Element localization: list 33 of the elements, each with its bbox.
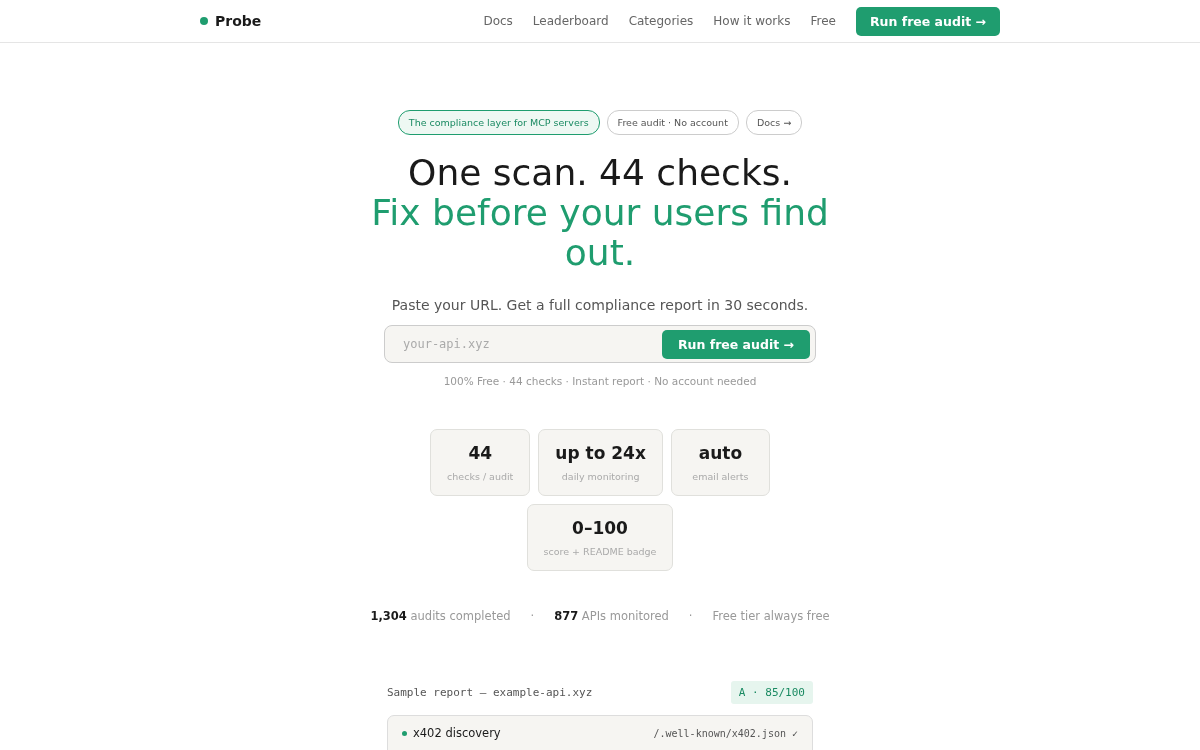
tag-pill: Docs → <box>745 110 803 135</box>
run-audit-button[interactable]: Run free audit → <box>855 6 1000 36</box>
subtitle: Paste your URL. Get a full compliance report in 30 seconds. <box>391 297 809 313</box>
separator: · <box>688 609 693 623</box>
feature-label: email alerts <box>692 471 749 482</box>
stat-text: Free tier always free <box>712 609 830 623</box>
logo-dot-icon <box>200 17 208 25</box>
feature-value: up to 24x <box>555 443 646 463</box>
nav-link[interactable]: Docs <box>483 14 513 28</box>
stat-text: 877 APIs monitored <box>554 609 669 623</box>
run-audit-button[interactable]: Run free audit → <box>661 329 810 359</box>
features-note: 100% Free · 44 checks · Instant report · No account needed <box>443 375 757 387</box>
feature-value: 0–100 <box>572 518 628 538</box>
nav-link[interactable]: Leaderboard <box>532 14 609 28</box>
report-title: Sample report — example-api.xyz <box>387 686 593 699</box>
grade-badge: A · 85/100 <box>730 681 813 704</box>
nav-link[interactable]: How it works <box>713 14 791 28</box>
feature-value: 44 <box>468 443 493 463</box>
feature-label: daily monitoring <box>561 471 640 482</box>
feature-label: score + README badge <box>543 546 657 557</box>
separator: · <box>530 609 535 623</box>
url-field[interactable]: your-api.xyz Run free audit → <box>384 325 816 363</box>
stat-text: 1,304 audits completed <box>370 609 511 623</box>
feature-label: checks / audit <box>447 471 514 482</box>
brand-name[interactable]: Probe <box>215 13 262 29</box>
nav-link[interactable]: Categories <box>628 14 694 28</box>
check-name: x402 discovery <box>413 726 501 740</box>
tag-pill: Free audit · No account <box>606 110 739 135</box>
headline: One scan. 44 checks. Fix before your users find out. <box>370 153 830 273</box>
nav-link[interactable]: Free <box>810 14 836 28</box>
feature-value: auto <box>698 443 743 463</box>
tag-pill: The compliance layer for MCP servers <box>397 110 600 135</box>
check-detail: /.well-known/x402.json ✓ <box>653 727 798 739</box>
